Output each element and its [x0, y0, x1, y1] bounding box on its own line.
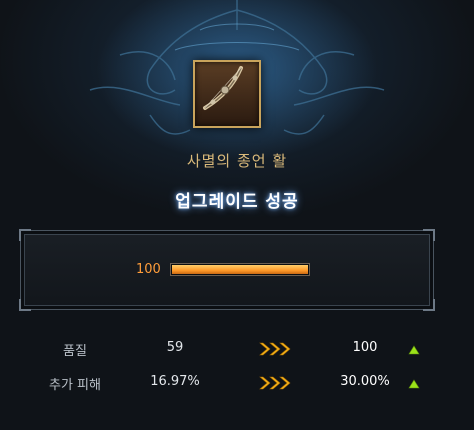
- bow-icon: [203, 66, 243, 110]
- item-name: 사멸의 종언 활: [186, 152, 288, 170]
- stat-old-value: 59: [166, 340, 184, 355]
- upgrade-result-text: 업그레이드 성공: [175, 192, 299, 212]
- panel-corner: [423, 229, 435, 241]
- progress-bar-fill: [172, 265, 308, 274]
- panel-corner: [19, 299, 31, 311]
- panel-corner: [423, 299, 435, 311]
- panel-corner: [19, 229, 31, 241]
- triple-chevron-right-icon: [259, 376, 291, 390]
- item-icon-frame: [193, 60, 261, 128]
- progress-value-label: 100: [136, 262, 161, 277]
- stat-new-value: 100: [352, 340, 378, 355]
- progress-bar: [170, 263, 310, 276]
- stat-old-value: 16.97%: [150, 374, 200, 389]
- stat-label: 추가 피해: [49, 378, 101, 393]
- increase-triangle-icon: [408, 345, 420, 355]
- increase-triangle-icon: [408, 379, 420, 389]
- stat-new-value: 30.00%: [340, 374, 390, 389]
- stat-label: 품질: [63, 344, 87, 359]
- triple-chevron-right-icon: [259, 342, 291, 356]
- stat-row-extra-damage: 추가 피해 16.97% 30.00%: [0, 374, 474, 394]
- stat-row-quality: 품질 59 100: [0, 340, 474, 360]
